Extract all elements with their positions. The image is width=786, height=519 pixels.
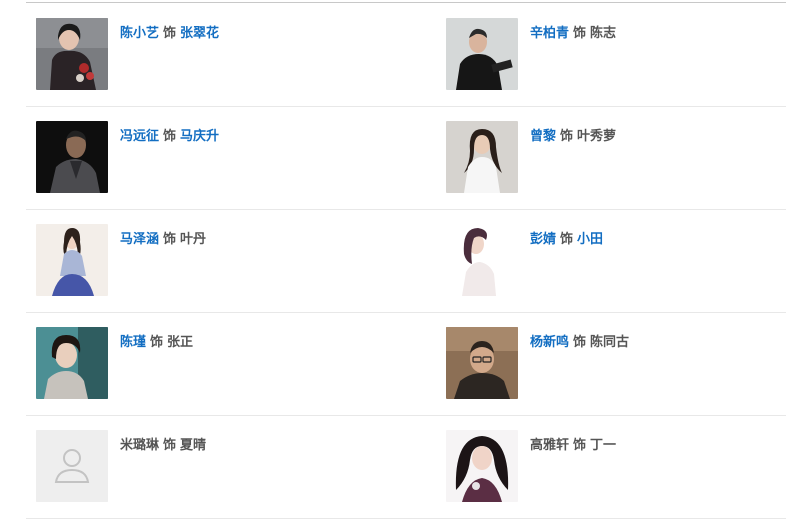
character-name: 叶秀萝: [577, 129, 617, 144]
role-separator: 饰: [573, 26, 587, 41]
role-separator: 饰: [560, 129, 574, 144]
default-avatar-icon: [36, 430, 108, 502]
cast-row: 陈小艺饰张翠花 辛柏青饰陈志: [26, 3, 786, 107]
cast-role-text: 陈小艺饰张翠花: [120, 22, 219, 41]
character-name: 陈同古: [590, 335, 630, 350]
role-separator: 饰: [573, 438, 587, 453]
actor-photo[interactable]: [446, 327, 518, 399]
actor-photo[interactable]: [446, 121, 518, 193]
role-separator: 饰: [163, 26, 177, 41]
actor-name-link[interactable]: 杨新鸣: [530, 335, 569, 350]
cast-row: 冯远征饰马庆升 曾黎饰叶秀萝: [26, 106, 786, 210]
character-name: 张正: [167, 335, 194, 350]
character-name: 叶丹: [180, 232, 207, 247]
cast-row: 陈瑾饰张正 杨新鸣饰陈同古: [26, 312, 786, 416]
cast-row: 米璐琳饰夏晴 高雅轩饰丁一: [26, 415, 786, 519]
actor-photo[interactable]: [36, 121, 108, 193]
role-separator: 饰: [560, 232, 574, 247]
character-name: 陈志: [590, 26, 617, 41]
cast-role-text: 高雅轩饰丁一: [530, 434, 616, 453]
cast-role-text: 杨新鸣饰陈同古: [530, 331, 629, 350]
actor-name: 米璐琳: [120, 438, 160, 453]
role-separator: 饰: [163, 129, 177, 144]
role-separator: 饰: [163, 438, 177, 453]
actor-photo[interactable]: [446, 18, 518, 90]
character-name: 丁一: [590, 438, 617, 453]
actor-name-link[interactable]: 冯远征: [120, 129, 159, 144]
actor-name-link[interactable]: 马泽涵: [120, 232, 159, 247]
cast-row: 马泽涵饰叶丹 彭婧饰小田: [26, 209, 786, 313]
actor-name: 高雅轩: [530, 438, 570, 453]
actor-photo[interactable]: [36, 224, 108, 296]
actor-name-link[interactable]: 曾黎: [530, 129, 556, 144]
cast-role-text: 曾黎饰叶秀萝: [530, 125, 616, 144]
actor-name-link[interactable]: 辛柏青: [530, 26, 569, 41]
cast-role-text: 辛柏青饰陈志: [530, 22, 616, 41]
actor-photo[interactable]: [36, 327, 108, 399]
cast-role-text: 冯远征饰马庆升: [120, 125, 219, 144]
character-name: 夏晴: [180, 438, 207, 453]
actor-photo[interactable]: [446, 430, 518, 502]
character-name-link[interactable]: 张翠花: [180, 26, 219, 41]
role-separator: 饰: [163, 232, 177, 247]
actor-name-link[interactable]: 陈瑾: [120, 335, 146, 350]
character-name-link[interactable]: 马庆升: [180, 129, 219, 144]
actor-photo[interactable]: [446, 224, 518, 296]
role-separator: 饰: [573, 335, 587, 350]
character-name-link[interactable]: 小田: [577, 232, 603, 247]
role-separator: 饰: [150, 335, 164, 350]
actor-name-link[interactable]: 彭婧: [530, 232, 556, 247]
actor-photo[interactable]: [36, 18, 108, 90]
actor-name-link[interactable]: 陈小艺: [120, 26, 159, 41]
cast-role-text: 彭婧饰小田: [530, 228, 603, 247]
cast-role-text: 马泽涵饰叶丹: [120, 228, 206, 247]
cast-role-text: 米璐琳饰夏晴: [120, 434, 206, 453]
cast-role-text: 陈瑾饰张正: [120, 331, 193, 350]
